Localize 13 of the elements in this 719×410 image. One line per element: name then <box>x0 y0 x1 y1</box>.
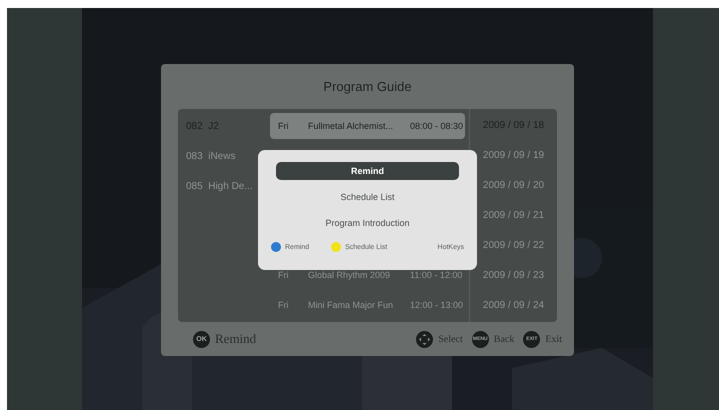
program-row[interactable]: Fri Mini Fama Major Fun 12:00 - 13:00 <box>270 292 465 318</box>
menu-item[interactable]: Remind <box>276 162 459 180</box>
date-item[interactable]: 2009 / 09 / 24 <box>470 290 557 320</box>
program-row[interactable]: Fri Fullmetal Alchemist... 08:00 - 08:30 <box>270 113 465 139</box>
key-hint-label: Exit <box>545 334 562 344</box>
date-item[interactable]: 2009 / 09 / 23 <box>470 260 557 290</box>
key-hint-label: Select <box>438 334 463 344</box>
menu-item[interactable]: Schedule List <box>276 188 459 206</box>
key-hint-label: Remind <box>215 331 256 347</box>
panel-title: Program Guide <box>323 79 412 94</box>
dpad-icon <box>416 330 434 348</box>
menu-item[interactable]: Program Introduction <box>276 214 459 232</box>
key-hint-label: Back <box>494 334 514 344</box>
